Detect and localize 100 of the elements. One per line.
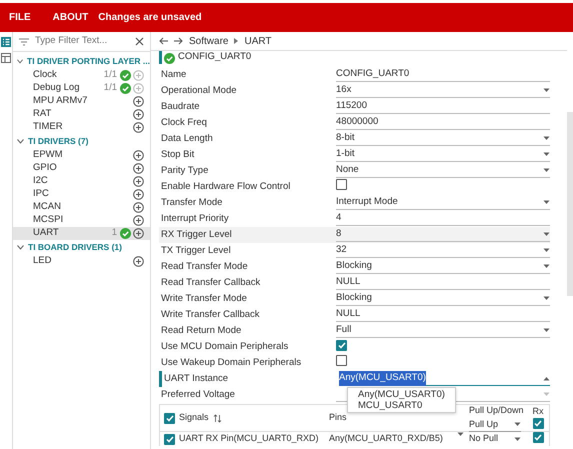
column-header: Pins [329, 411, 348, 424]
field-label: Baudrate [161, 100, 201, 114]
tree-item[interactable]: LED [13, 255, 150, 268]
tree-item[interactable]: Debug Log 1/1 [13, 82, 150, 95]
tree-item[interactable]: RAT [13, 108, 150, 121]
field-label: Read Transfer Callback [161, 276, 262, 290]
dropdown-field[interactable]: Full [336, 324, 550, 338]
dropdown-field[interactable]: Blocking [336, 292, 550, 306]
group-header[interactable]: TI DRIVER PORTING LAYER ... [13, 54, 150, 69]
checkbox[interactable] [164, 412, 175, 424]
input-field[interactable]: NULL [336, 308, 550, 322]
field-label: Operational Mode [161, 84, 238, 98]
input-field[interactable]: CONFIG_UART0 [336, 68, 550, 82]
scrollbar[interactable] [567, 112, 573, 296]
field-label: Enable Hardware Flow Control [161, 180, 292, 194]
item-label: TIMER [33, 120, 63, 134]
field-label: Write Transfer Mode [161, 292, 248, 306]
add-icon[interactable] [133, 202, 144, 213]
checkbox[interactable] [336, 340, 347, 351]
tree-item[interactable]: MPU ARMv7 [13, 95, 150, 108]
tree-item[interactable]: EPWM [13, 149, 150, 162]
forward-arrow-icon[interactable] [174, 37, 183, 45]
group-title: TI DRIVER PORTING LAYER ... [27, 55, 150, 68]
menu-item[interactable]: ABOUT [52, 10, 88, 25]
breadcrumb-item[interactable]: Software [189, 34, 228, 48]
dropdown-field[interactable]: Interrupt Mode [336, 196, 550, 210]
dropdown-field[interactable]: 8-bit [336, 132, 550, 146]
tree-item[interactable]: GPIO [13, 162, 150, 175]
tree-item[interactable]: I2C [13, 175, 150, 188]
field-label: TX Trigger Level [161, 244, 232, 258]
input-field[interactable]: NULL [336, 276, 550, 290]
group-title: TI DRIVERS (7) [28, 135, 88, 148]
input-field[interactable]: 48000000 [336, 116, 550, 130]
back-arrow-icon[interactable] [159, 37, 168, 45]
field-label: Transfer Mode [161, 196, 224, 210]
add-icon[interactable] [133, 256, 144, 267]
item-label: GPIO [33, 161, 57, 176]
field-label: Stop Bit [161, 148, 196, 162]
field-label: Preferred Voltage [161, 388, 236, 402]
caret-icon [457, 432, 464, 438]
tree-item[interactable]: TIMER [13, 121, 150, 134]
checkbox[interactable] [336, 354, 347, 366]
caret-icon [543, 296, 550, 301]
caret-icon [543, 392, 550, 397]
caret-icon [543, 88, 550, 93]
item-label: MCSPI [33, 213, 64, 228]
item-count: 1 [112, 226, 117, 240]
add-icon[interactable] [133, 122, 144, 133]
caret-icon [543, 168, 550, 173]
dropdown-field[interactable]: Any(MCU_UART0_RXD/B5) [329, 432, 469, 446]
dropdown-field[interactable]: Pull Up [469, 418, 521, 432]
add-icon[interactable] [133, 189, 144, 200]
close-icon[interactable] [135, 37, 144, 46]
field-label: RX Trigger Level [161, 228, 233, 242]
dropdown-field[interactable]: None [336, 164, 550, 178]
add-icon[interactable] [133, 163, 144, 174]
field-label: Interrupt Priority [161, 212, 230, 226]
menu-item[interactable]: FILE [9, 10, 31, 25]
dropdown-field[interactable]: Blocking [336, 260, 550, 274]
table-view-icon [1, 53, 11, 63]
checkbox[interactable] [164, 434, 175, 444]
add-icon[interactable] [133, 109, 144, 120]
breadcrumb-item[interactable]: UART [244, 34, 272, 48]
field-label: Name [161, 68, 188, 82]
item-count: 1/1 [104, 81, 117, 96]
caret-icon [543, 136, 550, 141]
tree-item[interactable]: MCAN [13, 201, 150, 214]
dropdown-option[interactable]: Any(MCU_USART0) [358, 389, 445, 400]
input-field[interactable]: 115200 [336, 100, 550, 114]
dropdown-field[interactable]: 16x [336, 84, 550, 98]
group-header[interactable]: TI BOARD DRIVERS (1) [13, 240, 150, 255]
tree-item[interactable]: UART 1 [13, 227, 150, 240]
dropdown-field[interactable]: 32 [336, 244, 550, 258]
dropdown-field[interactable]: 8 [336, 228, 550, 242]
dropdown-field[interactable]: Any(MCU_USART0) [339, 372, 550, 386]
sort-icon[interactable] [212, 414, 222, 422]
instance-title: CONFIG_UART0 [178, 51, 252, 64]
item-count: 1/1 [104, 68, 117, 82]
field-label: Read Return Mode [161, 324, 242, 338]
group-header[interactable]: TI DRIVERS (7) [13, 134, 150, 149]
field-label: Write Transfer Callback [161, 308, 261, 322]
dropdown-field[interactable]: No Pull [469, 432, 521, 446]
add-icon[interactable] [133, 150, 144, 161]
tree-item[interactable]: MCSPI [13, 214, 150, 227]
add-icon[interactable] [133, 96, 144, 107]
add-icon[interactable] [133, 176, 144, 187]
item-label: Debug Log [33, 81, 80, 96]
checkbox[interactable] [532, 418, 544, 429]
add-icon[interactable] [133, 228, 144, 239]
checkbox[interactable] [532, 432, 544, 444]
tree-item[interactable]: IPC [13, 188, 150, 201]
dropdown-field[interactable]: 1-bit [336, 148, 550, 162]
add-icon[interactable] [133, 215, 144, 226]
column-header: Rx [532, 404, 544, 418]
tree-item[interactable]: Clock 1/1 [13, 69, 150, 82]
input-field[interactable]: 4 [336, 212, 550, 226]
item-label: MCAN [33, 200, 61, 214]
dropdown-option[interactable]: MCU_USART0 [358, 400, 445, 411]
checkbox[interactable] [336, 178, 347, 190]
caret-icon [514, 422, 521, 427]
